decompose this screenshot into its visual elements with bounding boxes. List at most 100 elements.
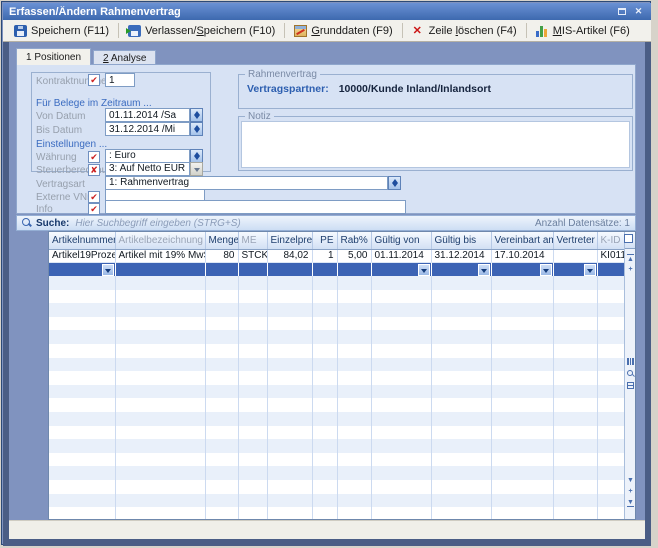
grid-cell[interactable]: 01.11.2014 xyxy=(371,249,431,262)
empty-cell xyxy=(49,412,115,426)
grid-cell[interactable]: KI011 xyxy=(597,249,624,262)
empty-cell xyxy=(49,507,115,520)
vertragsart-spinner[interactable] xyxy=(388,176,401,190)
kontraktnummer-input[interactable] xyxy=(105,73,135,87)
basedata-button[interactable]: Grunddaten (F9) xyxy=(287,23,399,39)
grid-cell[interactable] xyxy=(205,262,238,276)
column-header-4[interactable]: Einzelpreis xyxy=(267,232,312,249)
grid-cell[interactable] xyxy=(431,262,491,276)
grid-cell[interactable]: 80 xyxy=(205,249,238,262)
empty-row xyxy=(49,439,624,453)
grid-cell[interactable] xyxy=(115,262,205,276)
empty-cell xyxy=(431,412,491,426)
vertragsart-select[interactable]: 1: Rahmenvertrag xyxy=(105,176,388,190)
column-header-3[interactable]: ME xyxy=(238,232,267,249)
tab-positionen[interactable]: 1 Positionen xyxy=(16,48,91,65)
grid-cell[interactable] xyxy=(267,262,312,276)
delete-row-button[interactable]: Zeile löschen (F4) xyxy=(405,23,524,39)
column-header-8[interactable]: Gültig bis xyxy=(431,232,491,249)
grid-cell[interactable]: 5,00 xyxy=(337,249,371,262)
restore-button[interactable] xyxy=(615,6,628,18)
waehrung-select[interactable]: : Euro xyxy=(105,149,190,163)
grid-cell[interactable] xyxy=(491,262,553,276)
column-header-9[interactable]: Vereinbart am xyxy=(491,232,553,249)
notiz-textarea[interactable] xyxy=(241,121,630,168)
table-row[interactable]: Artikel19ProzerArtikel mit 19% MwSt.80ST… xyxy=(49,249,624,262)
save-button[interactable]: Speichern (F11) xyxy=(7,23,116,39)
grid-cell[interactable] xyxy=(238,262,267,276)
scroll-down-icon[interactable]: ▼ xyxy=(625,476,636,485)
save-exit-button[interactable]: Verlassen/Speichern (F10) xyxy=(121,23,282,39)
grid-cell[interactable]: 84,02 xyxy=(267,249,312,262)
grid-cell[interactable]: Artikel19Prozer xyxy=(49,249,115,262)
steuerberechnung-dropdown-button[interactable] xyxy=(190,162,203,176)
grid-cell[interactable] xyxy=(371,262,431,276)
empty-cell xyxy=(267,276,312,290)
column-header-6[interactable]: Rab% xyxy=(337,232,371,249)
empty-row xyxy=(49,398,624,412)
column-header-5[interactable]: PE xyxy=(312,232,337,249)
grid-cell[interactable]: STCK xyxy=(238,249,267,262)
scroll-to-top-button[interactable]: ▲ xyxy=(627,254,634,263)
bis-datum-spinner[interactable] xyxy=(190,122,203,136)
steuerberechnung-select[interactable]: 3: Auf Netto EUR xyxy=(105,162,190,176)
empty-cell xyxy=(491,317,553,331)
grid-search-icon[interactable] xyxy=(627,370,635,378)
waehrung-checkbox[interactable]: ✔ xyxy=(88,151,100,163)
cell-dropdown-button[interactable] xyxy=(540,264,552,276)
grid-cell[interactable] xyxy=(553,262,597,276)
empty-cell xyxy=(597,276,624,290)
grid-cell[interactable] xyxy=(312,262,337,276)
grid-corner-cell[interactable] xyxy=(625,232,635,249)
grid-cell[interactable]: 1 xyxy=(312,249,337,262)
cell-dropdown-button[interactable] xyxy=(102,264,114,276)
selected-row[interactable] xyxy=(49,262,624,276)
empty-cell xyxy=(491,276,553,290)
column-options-icon[interactable] xyxy=(627,358,634,365)
grid-search-bar: Suche: Anzahl Datensätze: 1 xyxy=(16,215,636,231)
grid-cell[interactable] xyxy=(337,262,371,276)
grid-cell[interactable] xyxy=(597,262,624,276)
record-nav-down-button[interactable]: + xyxy=(625,487,636,496)
column-header-7[interactable]: Gültig von xyxy=(371,232,431,249)
toolbar-separator xyxy=(284,23,285,38)
grid-cell[interactable]: 17.10.2014 xyxy=(491,249,553,262)
info-input[interactable] xyxy=(105,200,406,214)
von-datum-spinner[interactable] xyxy=(190,108,203,122)
empty-cell xyxy=(238,276,267,290)
empty-cell xyxy=(553,398,597,412)
cell-dropdown-button[interactable] xyxy=(584,264,596,276)
empty-cell xyxy=(238,412,267,426)
empty-cell xyxy=(205,276,238,290)
save-icon xyxy=(14,25,27,37)
grid-cell[interactable] xyxy=(553,249,597,262)
record-nav-up-button[interactable]: + xyxy=(625,265,636,274)
grid-cell[interactable] xyxy=(49,262,115,276)
column-header-11[interactable]: K-ID xyxy=(597,232,624,249)
grid-cell[interactable]: 31.12.2014 xyxy=(431,249,491,262)
close-button[interactable] xyxy=(632,6,645,18)
von-datum-input[interactable] xyxy=(105,108,190,122)
cell-dropdown-button[interactable] xyxy=(478,264,490,276)
empty-cell xyxy=(337,426,371,440)
waehrung-spinner[interactable] xyxy=(190,149,203,163)
column-header-1[interactable]: Artikelbezeichnung xyxy=(115,232,205,249)
grid-view-icon[interactable] xyxy=(627,382,634,389)
column-header-10[interactable]: Vertreter xyxy=(553,232,597,249)
info-checkbox[interactable]: ✔ xyxy=(88,203,100,215)
empty-row xyxy=(49,480,624,494)
scroll-to-bottom-button[interactable]: ▼ xyxy=(627,498,634,507)
empty-cell xyxy=(115,426,205,440)
grid-cell[interactable]: Artikel mit 19% MwSt. xyxy=(115,249,205,262)
steuerberechnung-checkbox[interactable]: ✘ xyxy=(88,164,100,176)
column-header-0[interactable]: Artikelnummer xyxy=(49,232,115,249)
rahmenvertrag-group-label: Rahmenvertrag xyxy=(245,69,320,80)
mis-article-button[interactable]: MIS-Artikel (F6) xyxy=(529,23,637,39)
bis-datum-input[interactable] xyxy=(105,122,190,136)
column-header-2[interactable]: Menge xyxy=(205,232,238,249)
externe-vnr-checkbox[interactable]: ✔ xyxy=(88,191,100,203)
kontraktnummer-checkbox[interactable]: ✔ xyxy=(88,74,100,86)
search-input[interactable] xyxy=(75,218,529,229)
tab-analyse[interactable]: 2 Analyse xyxy=(93,50,156,65)
cell-dropdown-button[interactable] xyxy=(418,264,430,276)
